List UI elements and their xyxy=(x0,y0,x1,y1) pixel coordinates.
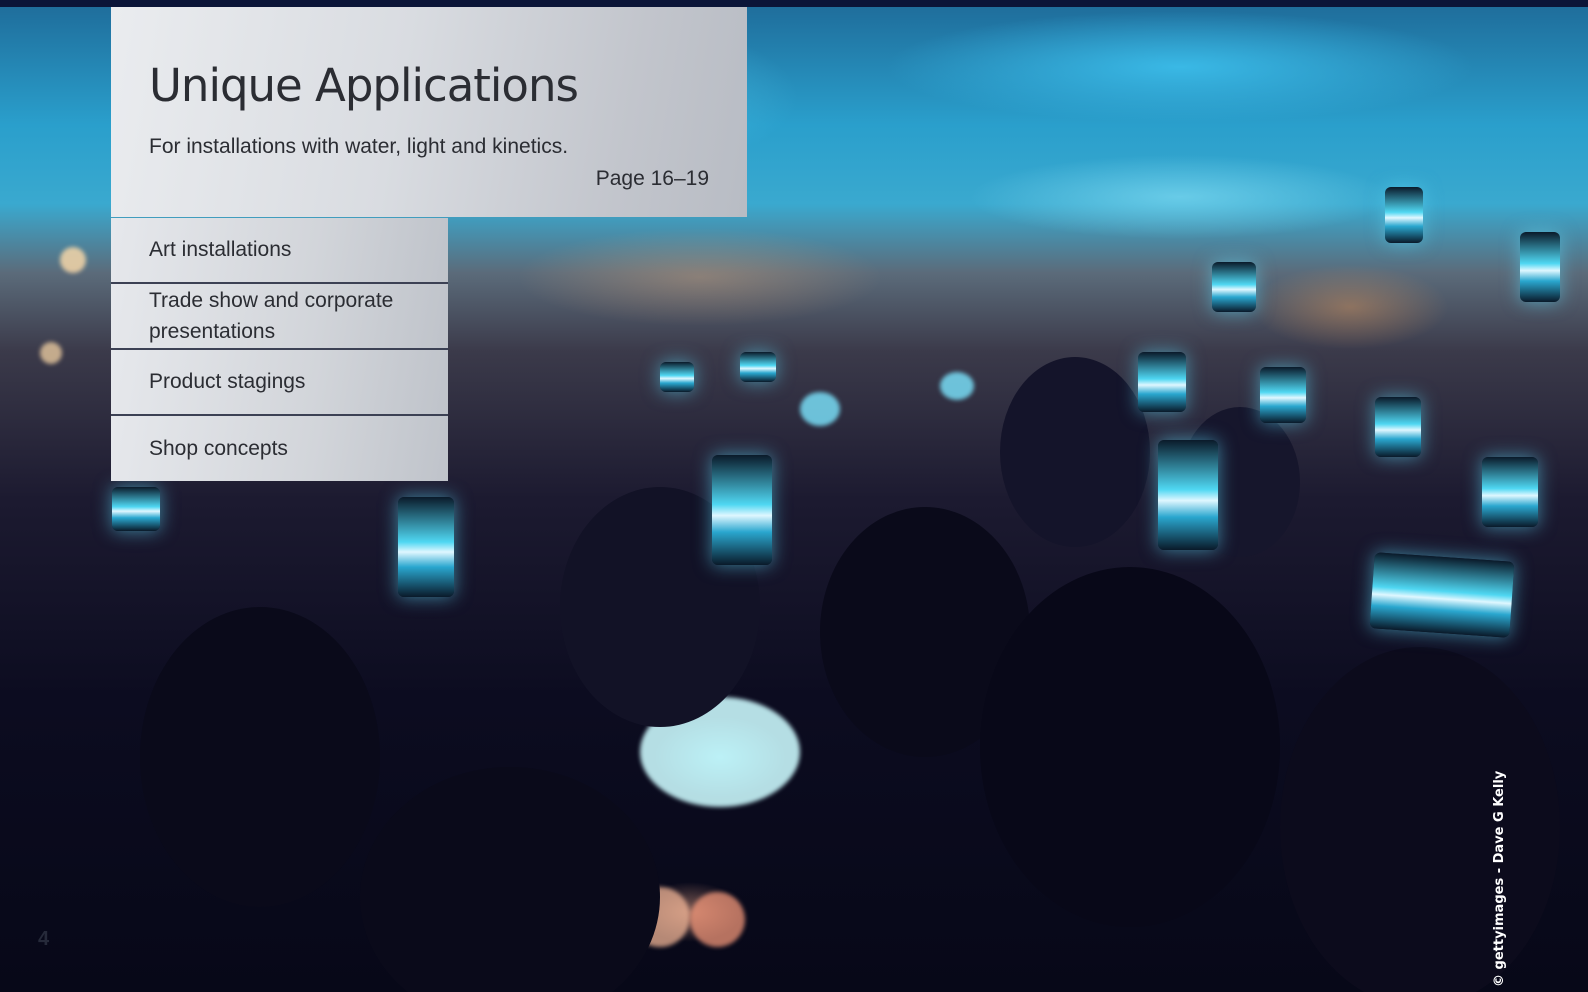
phone-screen xyxy=(660,362,694,392)
menu-item-trade-show[interactable]: Trade show and corporate presentations xyxy=(111,284,448,350)
top-bar xyxy=(0,0,1588,7)
light-glow xyxy=(940,372,974,400)
phone-screen xyxy=(1260,367,1306,423)
page-number: 4 xyxy=(38,928,50,950)
crowd-head xyxy=(1000,357,1150,547)
phone-screen xyxy=(712,455,772,565)
crowd-head xyxy=(360,767,660,992)
phone-screen xyxy=(1375,397,1421,457)
phone-screen xyxy=(740,352,776,382)
menu-item-label: Trade show and corporate presentations xyxy=(149,289,394,343)
menu-item-label: Shop concepts xyxy=(149,436,288,460)
phone-screen xyxy=(1520,232,1560,302)
crowd-head xyxy=(980,567,1280,927)
light-glow xyxy=(690,892,745,947)
photo-credit: © gettyimages - Dave G Kelly xyxy=(1492,770,1507,987)
phone-screen xyxy=(1482,457,1538,527)
page-title: Unique Applications xyxy=(149,59,579,112)
menu-item-label: Product stagings xyxy=(149,370,306,393)
phone-screen xyxy=(112,487,160,531)
crowd-head xyxy=(140,607,380,907)
phone-screen xyxy=(1138,352,1186,412)
light-glow xyxy=(40,342,62,364)
light-glow xyxy=(60,247,86,273)
phone-screen xyxy=(398,497,454,597)
menu-item-product-stagings[interactable]: Product stagings xyxy=(111,350,448,416)
menu-item-shop-concepts[interactable]: Shop concepts xyxy=(111,416,448,481)
phone-screen xyxy=(1369,552,1515,638)
page-subtitle: For installations with water, light and … xyxy=(149,135,569,158)
applications-menu: Art installations Trade show and corpora… xyxy=(111,218,448,481)
page-reference: Page 16–19 xyxy=(595,167,709,190)
light-glow xyxy=(800,392,840,426)
crowd-head xyxy=(1280,647,1560,992)
menu-item-label: Art installations xyxy=(149,238,292,261)
title-panel: Unique Applications For installations wi… xyxy=(111,7,747,217)
menu-item-art-installations[interactable]: Art installations xyxy=(111,218,448,284)
phone-screen xyxy=(1158,440,1218,550)
phone-screen xyxy=(1385,187,1423,243)
phone-screen xyxy=(1212,262,1256,312)
